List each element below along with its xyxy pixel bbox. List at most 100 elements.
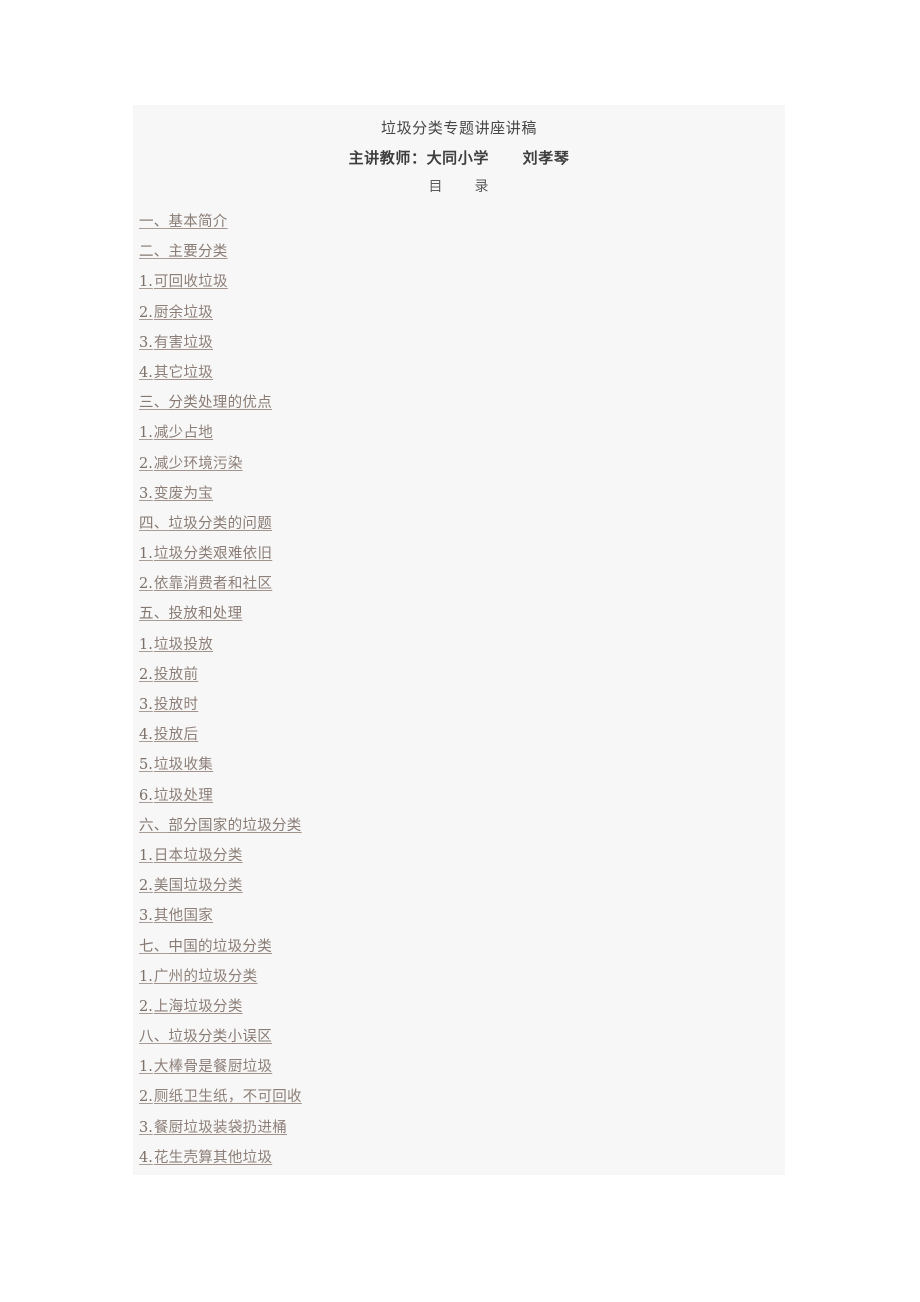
toc-item-number: 1. (139, 968, 153, 985)
toc-item-number: 2. (139, 576, 153, 593)
toc-item-number: 1. (139, 546, 153, 563)
toc-item[interactable]: 2.依靠消费者和社区 (133, 569, 785, 599)
toc-item-number: 八、 (139, 1029, 169, 1046)
toc-item-number: 3. (139, 908, 153, 925)
toc-item[interactable]: 2.减少环境污染 (133, 449, 785, 479)
toc-item[interactable]: 1.垃圾投放 (133, 630, 785, 660)
toc-item-number: 1. (139, 636, 153, 653)
toc-item[interactable]: 六、部分国家的垃圾分类 (133, 811, 785, 841)
toc-item-number: 2. (139, 666, 153, 683)
toc-item-link[interactable]: 大棒骨是餐厨垃圾 (154, 1059, 272, 1075)
toc-item-number: 2. (139, 455, 153, 472)
toc-item[interactable]: 2.美国垃圾分类 (133, 871, 785, 901)
toc-item-link[interactable]: 餐厨垃圾装袋扔进桶 (154, 1120, 287, 1136)
table-of-contents: 一、基本简介 二、主要分类 1.可回收垃圾 2.厨余垃圾 3.有害垃圾 4.其它垃圾 三、分… (133, 201, 785, 1173)
toc-item-number: 五、 (139, 606, 169, 623)
toc-item[interactable]: 1.大棒骨是餐厨垃圾 (133, 1052, 785, 1082)
toc-item[interactable]: 2.厕纸卫生纸，不可回收 (133, 1082, 785, 1112)
toc-item-number: 4. (139, 364, 153, 381)
toc-item-link[interactable]: 可回收垃圾 (154, 274, 228, 290)
toc-item-number: 1. (139, 425, 153, 442)
toc-item-link[interactable]: 垃圾收集 (154, 757, 213, 773)
toc-item-link[interactable]: 分类处理的优点 (168, 395, 272, 411)
toc-item-number: 2. (139, 998, 153, 1015)
toc-item-link[interactable]: 垃圾处理 (154, 788, 213, 804)
presenter-name: 刘孝琴 (522, 149, 570, 167)
toc-item[interactable]: 3.餐厨垃圾装袋扔进桶 (133, 1113, 785, 1143)
toc-item[interactable]: 三、分类处理的优点 (133, 388, 785, 418)
toc-item-link[interactable]: 花生壳算其他垃圾 (154, 1150, 272, 1166)
toc-item-link[interactable]: 中国的垃圾分类 (168, 939, 272, 955)
toc-item[interactable]: 1.广州的垃圾分类 (133, 962, 785, 992)
toc-item[interactable]: 4.其它垃圾 (133, 358, 785, 388)
toc-item-number: 一、 (139, 214, 169, 230)
toc-item-link[interactable]: 垃圾分类的问题 (168, 516, 272, 532)
toc-item-number: 2. (139, 878, 153, 895)
toc-item[interactable]: 1.减少占地 (133, 418, 785, 448)
toc-item-link[interactable]: 基本简介 (168, 214, 227, 230)
toc-item-number: 1. (139, 1059, 153, 1076)
document-title: 垃圾分类专题讲座讲稿 (380, 119, 537, 137)
toc-item[interactable]: 二、主要分类 (133, 237, 785, 267)
toc-item-link[interactable]: 其他国家 (154, 908, 213, 924)
toc-heading: 目 录 (133, 173, 785, 201)
toc-item-link[interactable]: 投放时 (154, 697, 198, 713)
toc-item-link[interactable]: 变废为宝 (154, 486, 213, 502)
toc-item-link[interactable]: 依靠消费者和社区 (154, 576, 272, 592)
toc-item-number: 二、 (139, 244, 169, 261)
presenter-affiliation: 主讲教师：大同小学 (348, 149, 489, 167)
toc-item-number: 3. (139, 485, 153, 502)
presenter-line: 主讲教师：大同小学 刘孝琴 (133, 143, 785, 173)
toc-item[interactable]: 4.花生壳算其他垃圾 (133, 1143, 785, 1173)
toc-item[interactable]: 1.日本垃圾分类 (133, 841, 785, 871)
toc-item[interactable]: 5.垃圾收集 (133, 750, 785, 780)
toc-item-number: 4. (139, 727, 153, 744)
toc-item[interactable]: 2.投放前 (133, 660, 785, 690)
toc-item-link[interactable]: 垃圾分类艰难依旧 (154, 546, 272, 562)
toc-item[interactable]: 2.厨余垃圾 (133, 298, 785, 328)
toc-item-link[interactable]: 主要分类 (168, 244, 227, 260)
toc-item[interactable]: 3.其他国家 (133, 901, 785, 931)
toc-item[interactable]: 1.垃圾分类艰难依旧 (133, 539, 785, 569)
toc-item-number: 1. (139, 847, 153, 864)
toc-item-link[interactable]: 投放前 (154, 667, 198, 683)
toc-item-number: 2. (139, 304, 153, 321)
toc-item[interactable]: 1.可回收垃圾 (133, 267, 785, 297)
toc-item-link[interactable]: 厨余垃圾 (154, 305, 213, 321)
toc-item-number: 六、 (139, 817, 169, 834)
toc-item[interactable]: 四、垃圾分类的问题 (133, 509, 785, 539)
toc-item-link[interactable]: 上海垃圾分类 (154, 999, 243, 1015)
document-heading-block: 垃圾分类专题讲座讲稿 主讲教师：大同小学 刘孝琴 目 录 (133, 105, 785, 201)
toc-item[interactable]: 6.垃圾处理 (133, 781, 785, 811)
toc-item-link[interactable]: 垃圾分类小误区 (168, 1029, 272, 1045)
toc-item-number: 3. (139, 334, 153, 351)
toc-item[interactable]: 3.有害垃圾 (133, 328, 785, 358)
toc-item[interactable]: 八、垃圾分类小误区 (133, 1022, 785, 1052)
toc-item-number: 4. (139, 1149, 153, 1166)
toc-item-link[interactable]: 有害垃圾 (154, 335, 213, 351)
toc-item[interactable]: 七、中国的垃圾分类 (133, 932, 785, 962)
toc-item-link[interactable]: 美国垃圾分类 (154, 878, 243, 894)
document-page: 垃圾分类专题讲座讲稿 主讲教师：大同小学 刘孝琴 目 录 一、基本简介 二、主要分… (133, 105, 785, 1175)
toc-item[interactable]: 一、基本简介 (133, 207, 785, 237)
toc-item[interactable]: 五、投放和处理 (133, 599, 785, 629)
toc-item-number: 四、 (139, 515, 169, 532)
toc-item[interactable]: 3.投放时 (133, 690, 785, 720)
toc-item-number: 3. (139, 1119, 153, 1136)
toc-item-link[interactable]: 部分国家的垃圾分类 (168, 818, 301, 834)
toc-item-number: 七、 (139, 938, 169, 955)
toc-heading-char-right: 录 (474, 179, 490, 195)
toc-item-link[interactable]: 垃圾投放 (154, 637, 213, 653)
toc-item-link[interactable]: 减少占地 (154, 425, 213, 441)
toc-item-link[interactable]: 投放和处理 (168, 606, 242, 622)
toc-item-link[interactable]: 厕纸卫生纸，不可回收 (154, 1089, 302, 1105)
toc-item-number: 三、 (139, 395, 169, 412)
toc-item-link[interactable]: 投放后 (154, 727, 198, 743)
toc-item-link[interactable]: 广州的垃圾分类 (154, 969, 258, 985)
toc-item[interactable]: 3.变废为宝 (133, 479, 785, 509)
toc-item-link[interactable]: 减少环境污染 (154, 456, 243, 472)
toc-item-link[interactable]: 其它垃圾 (154, 365, 213, 381)
toc-item-link[interactable]: 日本垃圾分类 (154, 848, 243, 864)
toc-item[interactable]: 4.投放后 (133, 720, 785, 750)
toc-item[interactable]: 2.上海垃圾分类 (133, 992, 785, 1022)
